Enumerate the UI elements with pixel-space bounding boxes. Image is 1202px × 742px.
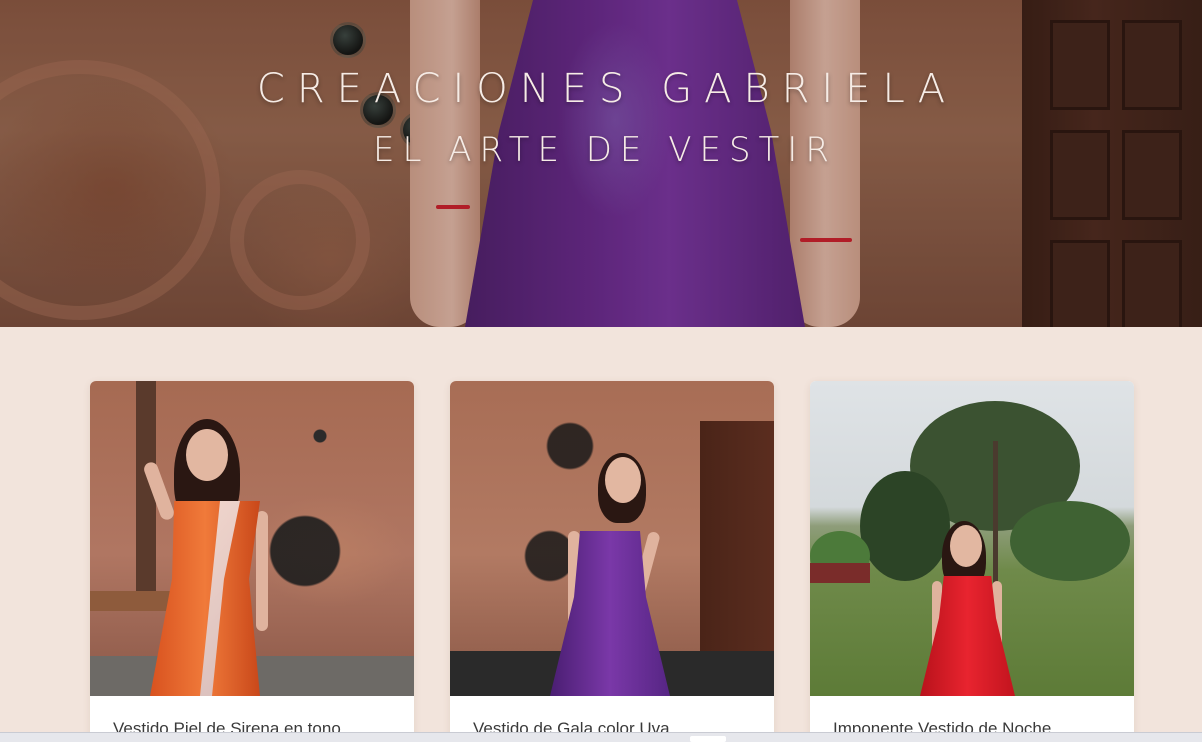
scrollbar-thumb[interactable]	[690, 736, 726, 742]
hero-banner: CREACIONES GABRIELA EL ARTE DE VESTIR	[0, 0, 1202, 327]
horizontal-scrollbar[interactable]	[0, 732, 1202, 742]
product-photo[interactable]	[90, 381, 414, 696]
product-photo[interactable]	[450, 381, 774, 696]
site-subtitle: EL ARTE DE VESTIR	[373, 130, 837, 170]
site-title: CREACIONES GABRIELA	[256, 66, 958, 112]
product-card[interactable]: Vestido Piel de Sirena en tono	[90, 381, 414, 742]
product-card[interactable]: Vestido de Gala color Uva	[450, 381, 774, 742]
product-photo[interactable]	[810, 381, 1134, 696]
product-card[interactable]: Imponente Vestido de Noche	[810, 381, 1134, 742]
